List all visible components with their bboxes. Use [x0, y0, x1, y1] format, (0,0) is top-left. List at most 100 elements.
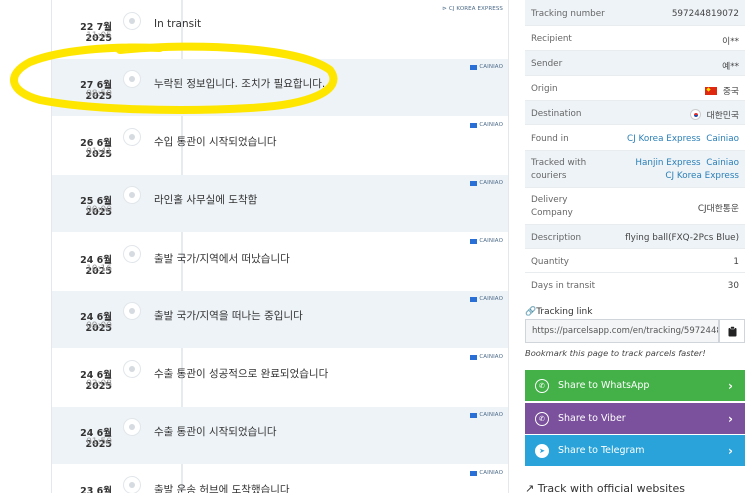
- parcel-details-panel: Tracking number 597244819072 Recipient 이…: [525, 0, 745, 297]
- copy-button[interactable]: [719, 319, 745, 343]
- timeline-event: 26 6월 2025 01:41 수입 통관이 시작되었습니다 CAINIAO: [52, 117, 508, 174]
- cainiao-flag-icon: [470, 470, 478, 476]
- detail-label: Description: [531, 233, 582, 243]
- share-telegram-button[interactable]: ➤ Share to Telegram ›: [525, 435, 745, 466]
- detail-value: Hanjin Express Cainiao CJ Korea Express: [635, 157, 739, 183]
- courier-link[interactable]: CJ Korea Express: [627, 134, 701, 144]
- share-label: Share to Viber: [558, 413, 626, 424]
- timeline-event: 27 6월 2025 08:59 누락된 정보입니다. 조치가 필요합니다. C…: [52, 59, 508, 116]
- detail-label: Quantity: [531, 257, 570, 267]
- event-text: 출발 운송 허브에 도착했습니다: [154, 484, 290, 493]
- detail-row-recipient: Recipient 이**: [525, 26, 745, 51]
- chevron-right-icon: ›: [728, 378, 733, 393]
- event-time: 00:00: [86, 205, 112, 215]
- detail-value: 대한민국: [690, 108, 739, 121]
- timeline-event: 24 6월 2025 09:00 출발 국가/지역을 떠나는 중입니다 CAIN…: [52, 291, 508, 348]
- whatsapp-icon: ✆: [535, 378, 549, 393]
- official-websites-heading: ↗ Track with official websites: [525, 482, 685, 493]
- share-whatsapp-button[interactable]: ✆ Share to WhatsApp ›: [525, 370, 745, 401]
- courier-link[interactable]: Cainiao: [706, 158, 739, 168]
- tracking-timeline: 22 7월 2025 11:05 In transit ⊳ CJ KOREA EX…: [51, 0, 509, 493]
- detail-row-origin: Origin 중국: [525, 76, 745, 101]
- detail-label: Tracking number: [531, 9, 605, 19]
- tracking-number-value: 597244819072: [671, 9, 739, 19]
- external-link-icon: ↗: [525, 482, 535, 493]
- event-source: CAINIAO: [470, 354, 503, 360]
- timeline-dot-icon: [123, 70, 141, 88]
- event-text: 라인홀 사무실에 도착함: [154, 194, 258, 206]
- share-label: Share to WhatsApp: [558, 380, 650, 391]
- cainiao-flag-icon: [470, 412, 478, 418]
- event-text: 수출 통관이 시작되었습니다: [154, 426, 277, 438]
- event-source: CAINIAO: [470, 470, 503, 476]
- detail-row-sender: Sender 예**: [525, 51, 745, 76]
- event-date: 23 6월 2025: [80, 486, 112, 493]
- cainiao-flag-icon: [470, 122, 478, 128]
- link-icon: 🔗: [525, 307, 537, 317]
- courier-link[interactable]: CJ Korea Express: [665, 171, 739, 181]
- courier-logo-icon: ⊳: [442, 6, 447, 12]
- cainiao-flag-icon: [470, 64, 478, 70]
- detail-label: Destination: [531, 109, 582, 119]
- timeline-dot-icon: [123, 128, 141, 146]
- event-source: CAINIAO: [470, 64, 503, 70]
- event-time: 08:59: [86, 89, 112, 99]
- event-text: In transit: [154, 18, 202, 30]
- courier-link[interactable]: Hanjin Express: [635, 158, 700, 168]
- event-text: 수출 통관이 성공적으로 완료되었습니다: [154, 368, 329, 380]
- cainiao-flag-icon: [470, 296, 478, 302]
- detail-value: flying ball(FXQ-2Pcs Blue): [625, 233, 739, 243]
- courier-link[interactable]: Cainiao: [706, 134, 739, 144]
- event-text: 출발 국가/지역을 떠나는 중입니다: [154, 310, 303, 322]
- cainiao-flag-icon: [470, 180, 478, 186]
- timeline-event: 23 6월 2025 출발 운송 허브에 도착했습니다 CAINIAO: [52, 465, 508, 493]
- detail-value: 중국: [705, 84, 739, 97]
- chevron-right-icon: ›: [728, 411, 733, 426]
- cainiao-flag-icon: [470, 238, 478, 244]
- share-viber-button[interactable]: ✆ Share to Viber ›: [525, 403, 745, 434]
- cainiao-flag-icon: [470, 354, 478, 360]
- event-text: 수입 통관이 시작되었습니다: [154, 136, 277, 148]
- detail-value: CJ대한통운: [697, 204, 739, 214]
- timeline-event: 24 6월 2025 10:16 출발 국가/지역에서 떠났습니다 CAINIA…: [52, 233, 508, 290]
- detail-row-found-in: Found in CJ Korea Express Cainiao: [525, 125, 745, 151]
- china-flag-icon: [705, 87, 718, 95]
- detail-label: Tracked with couriers: [531, 158, 587, 181]
- detail-row-tracking-number: Tracking number 597244819072: [525, 0, 745, 26]
- event-source: ⊳ CJ KOREA EXPRESS: [442, 6, 503, 12]
- event-time: 03:08: [86, 379, 112, 389]
- viber-icon: ✆: [535, 411, 549, 426]
- detail-label: Days in transit: [531, 281, 596, 291]
- event-source: CAINIAO: [470, 180, 503, 186]
- detail-label: Sender: [531, 59, 563, 69]
- timeline-event: 25 6월 2025 00:00 라인홀 사무실에 도착함 CAINIAO: [52, 175, 508, 232]
- timeline-dot-icon: [123, 476, 141, 493]
- event-time: 01:41: [86, 147, 112, 157]
- share-label: Share to Telegram: [558, 445, 645, 456]
- timeline-event: 22 7월 2025 11:05 In transit ⊳ CJ KOREA EX…: [52, 0, 508, 57]
- detail-value: 30: [727, 281, 739, 291]
- event-text: 출발 국가/지역에서 떠났습니다: [154, 253, 290, 265]
- timeline-dot-icon: [123, 360, 141, 378]
- clipboard-icon: [728, 325, 736, 336]
- detail-label: Delivery Company: [531, 195, 573, 218]
- event-source: CAINIAO: [470, 412, 503, 418]
- event-source: CAINIAO: [470, 296, 503, 302]
- page: { "timeline": { "events": [ {"date":"22 …: [0, 0, 750, 493]
- detail-value: CJ Korea Express Cainiao: [627, 134, 739, 144]
- detail-row-days-in-transit: Days in transit 30: [525, 273, 745, 297]
- event-time: 11:05: [86, 31, 112, 41]
- detail-value: 예**: [722, 62, 739, 72]
- detail-value: 이**: [722, 37, 739, 47]
- detail-value: 1: [733, 257, 739, 267]
- tracking-link-input[interactable]: https://parcelsapp.com/en/tracking/59724…: [525, 319, 719, 343]
- detail-row-quantity: Quantity 1: [525, 249, 745, 273]
- detail-row-destination: Destination 대한민국: [525, 101, 745, 125]
- detail-label: Found in: [531, 134, 569, 144]
- event-time: 09:00: [86, 321, 112, 331]
- timeline-dot-icon: [123, 418, 141, 436]
- timeline-event: 24 6월 2025 03:08 수출 통관이 성공적으로 완료되었습니다 CA…: [52, 349, 508, 406]
- korea-flag-icon: [690, 109, 702, 120]
- detail-row-tracked-with: Tracked with couriers Hanjin Express Cai…: [525, 151, 745, 188]
- event-time: 10:16: [86, 264, 112, 274]
